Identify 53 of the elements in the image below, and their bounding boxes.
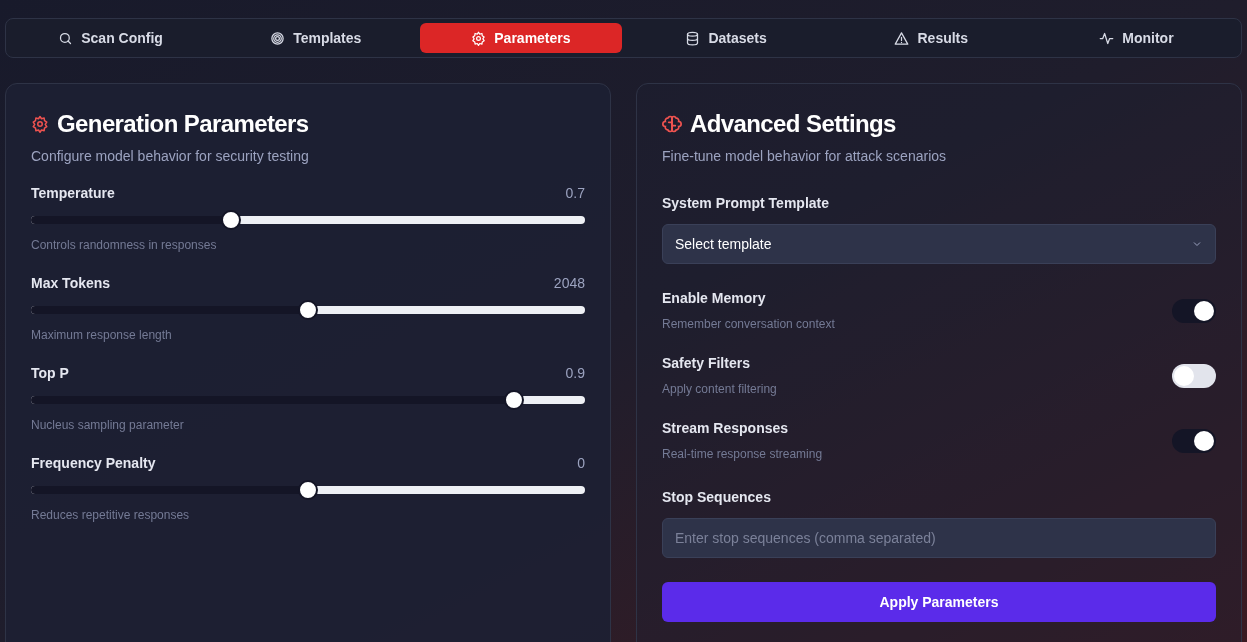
toggle-switch[interactable] xyxy=(1172,298,1216,323)
slider[interactable] xyxy=(31,300,585,320)
toggle-hint: Remember conversation context xyxy=(662,316,835,333)
slider-hint: Maximum response length xyxy=(31,327,173,344)
slider-value: 2048 xyxy=(553,274,585,293)
toggle-hint: Real-time response streaming xyxy=(662,446,823,463)
template-dropdown[interactable]: Select template xyxy=(662,224,1216,264)
panel-title: Advanced Settings xyxy=(690,109,896,139)
slider-thumb[interactable] xyxy=(503,390,524,410)
slider-label: Max Tokens xyxy=(31,274,111,293)
slider-value: 0.9 xyxy=(565,364,585,383)
panel-subtitle: Fine-tune model behavior for attack scenarios xyxy=(662,147,948,166)
toggle-label: Safety Filters xyxy=(662,354,751,373)
apply-parameters-button[interactable]: Apply Parameters xyxy=(662,582,1216,622)
slider-hint: Nucleus sampling parameter xyxy=(31,417,185,434)
slider-value: 0.7 xyxy=(565,184,585,203)
slider-label: Frequency Penalty xyxy=(31,454,156,473)
toggle-switch[interactable] xyxy=(1172,363,1216,388)
slider-hint: Reduces repetitive responses xyxy=(31,507,191,524)
slider-value: 0 xyxy=(577,454,585,473)
toggle-hint: Apply content filtering xyxy=(662,381,777,398)
panel-title: Generation Parameters xyxy=(57,109,309,139)
tab[interactable]: Results xyxy=(830,23,1032,53)
tab[interactable]: Monitor xyxy=(1035,23,1238,53)
slider-thumb[interactable] xyxy=(298,300,318,320)
slider[interactable] xyxy=(31,210,585,230)
slider-hint: Controls randomness in responses xyxy=(31,237,218,254)
slider-thumb[interactable] xyxy=(220,210,241,230)
toggle-switch[interactable] xyxy=(1172,428,1216,453)
slider[interactable] xyxy=(31,480,585,500)
brain-icon xyxy=(662,114,682,134)
search-icon xyxy=(58,30,74,46)
stop-sequences-field[interactable]: Enter stop sequences (comma separated) xyxy=(662,518,1216,558)
target-icon xyxy=(270,30,286,46)
toggle-label: Stream Responses xyxy=(662,419,790,438)
pulse-icon xyxy=(1099,30,1115,46)
field-label: System Prompt Template xyxy=(662,194,830,213)
slider-label: Temperature xyxy=(31,184,115,203)
database-icon xyxy=(685,30,701,46)
tab[interactable]: Templates xyxy=(215,23,417,53)
settings-icon xyxy=(471,30,487,46)
tab[interactable]: Datasets xyxy=(625,23,827,53)
settings-icon xyxy=(31,115,49,133)
slider[interactable] xyxy=(31,390,585,410)
dropdown-value: Select template xyxy=(675,234,772,254)
slider-thumb[interactable] xyxy=(298,480,318,500)
panel-subtitle: Configure model behavior for security testing xyxy=(31,147,310,166)
tab[interactable]: Parameters xyxy=(420,23,622,53)
tab[interactable]: Scan Config xyxy=(10,23,212,53)
warning-icon xyxy=(894,30,910,46)
toggle-label: Enable Memory xyxy=(662,289,767,308)
field-label: Stop Sequences xyxy=(662,488,772,507)
slider-label: Top P xyxy=(31,364,69,383)
